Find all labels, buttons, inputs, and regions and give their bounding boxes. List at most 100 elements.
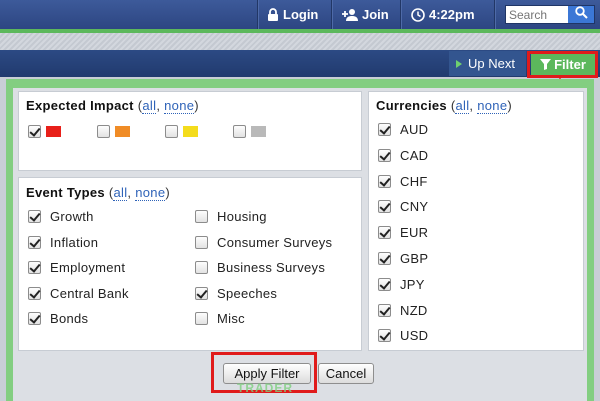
event-type-item[interactable]: Consumer Surveys	[195, 235, 332, 250]
event-type-label: Bonds	[50, 311, 89, 326]
currency-item[interactable]: NZD	[378, 303, 428, 318]
impact-folder-icon	[115, 126, 130, 137]
login-label: Login	[283, 7, 319, 22]
currency-checkbox[interactable]	[378, 329, 391, 343]
event-type-item[interactable]: Inflation	[28, 235, 98, 250]
event-type-label: Employment	[50, 260, 126, 275]
currency-label: NZD	[400, 302, 428, 318]
impact-level-option[interactable]	[233, 125, 266, 138]
currency-checkbox[interactable]	[378, 226, 391, 240]
event-type-checkbox[interactable]	[195, 261, 208, 274]
currency-item[interactable]: JPY	[378, 277, 425, 292]
currency-item[interactable]: EUR	[378, 225, 428, 240]
event-types-none-link[interactable]: none	[135, 185, 166, 201]
time-label: 4:22pm	[429, 7, 475, 22]
cancel-button[interactable]: Cancel	[318, 363, 374, 384]
event-type-label: Housing	[217, 209, 267, 224]
event-type-checkbox[interactable]	[195, 312, 208, 325]
impact-folder-icon	[183, 126, 198, 137]
event-type-label: Inflation	[50, 234, 99, 250]
event-type-label: Growth	[50, 209, 94, 224]
event-type-item[interactable]: Speeches	[195, 286, 277, 301]
impact-heading: Expected Impact (all, none)	[26, 98, 199, 114]
up-next-button[interactable]: Up Next	[449, 51, 526, 76]
currency-label: JPY	[400, 276, 425, 292]
impact-title: Expected Impact	[26, 98, 134, 113]
impact-level-checkbox[interactable]	[233, 125, 246, 138]
currency-checkbox[interactable]	[378, 174, 391, 188]
impact-all-link[interactable]: all	[142, 98, 157, 114]
currencies-none-link[interactable]: none	[477, 98, 508, 114]
impact-level-option[interactable]	[28, 125, 61, 138]
impact-folder-icon	[251, 126, 266, 137]
impact-level-option[interactable]	[165, 125, 198, 138]
currency-item[interactable]: USD	[378, 328, 428, 343]
currency-label: EUR	[400, 225, 429, 241]
event-type-checkbox[interactable]	[195, 286, 208, 300]
impact-none-link[interactable]: none	[164, 98, 195, 114]
currency-label: AUD	[400, 122, 429, 137]
currencies-all-link[interactable]: all	[455, 98, 470, 114]
event-type-item[interactable]: Bonds	[28, 311, 88, 326]
search-icon	[574, 5, 588, 24]
impact-level-option[interactable]	[97, 125, 130, 138]
lock-icon	[267, 8, 279, 21]
currencies-heading: Currencies (all, none)	[376, 98, 512, 114]
add-user-icon	[342, 8, 358, 21]
join-label: Join	[362, 7, 389, 22]
currency-checkbox[interactable]	[378, 200, 391, 214]
currency-checkbox[interactable]	[378, 123, 391, 136]
impact-level-checkbox[interactable]	[97, 125, 110, 138]
impact-folder-icon	[46, 126, 61, 137]
currency-label: USD	[400, 328, 429, 344]
event-type-checkbox[interactable]	[195, 210, 208, 223]
event-type-item[interactable]: Housing	[195, 209, 267, 224]
time-display[interactable]: 4:22pm	[411, 0, 475, 29]
impact-level-checkbox[interactable]	[165, 125, 178, 138]
currency-item[interactable]: AUD	[378, 122, 428, 137]
currency-item[interactable]: GBP	[378, 251, 428, 266]
pattern-band	[0, 33, 600, 50]
event-types-heading: Event Types (all, none)	[26, 185, 170, 201]
event-type-label: Central Bank	[50, 285, 129, 301]
currency-checkbox[interactable]	[378, 303, 391, 317]
currency-item[interactable]: CNY	[378, 199, 428, 214]
search-box	[505, 5, 595, 24]
login-link[interactable]: Login	[267, 0, 318, 29]
search-input[interactable]	[506, 6, 568, 23]
watermark-text: TRADER	[237, 381, 293, 395]
event-types-title: Event Types	[26, 185, 105, 200]
funnel-icon	[540, 58, 552, 70]
event-type-label: Business Surveys	[217, 260, 326, 275]
filter-button[interactable]: Filter	[531, 53, 595, 75]
event-type-checkbox[interactable]	[28, 210, 41, 223]
currency-item[interactable]: CAD	[378, 148, 428, 163]
event-type-checkbox[interactable]	[195, 235, 208, 249]
currency-label: CNY	[400, 199, 429, 215]
event-type-item[interactable]: Business Surveys	[195, 260, 325, 275]
currency-item[interactable]: CHF	[378, 174, 428, 189]
nav-divider	[331, 0, 332, 29]
currency-label: CHF	[400, 173, 428, 189]
event-type-item[interactable]: Misc	[195, 311, 245, 326]
event-type-label: Misc	[217, 311, 245, 326]
currency-checkbox[interactable]	[378, 277, 391, 291]
impact-level-checkbox[interactable]	[28, 125, 41, 138]
currency-label: GBP	[400, 251, 429, 266]
currencies-title: Currencies	[376, 98, 447, 113]
event-type-checkbox[interactable]	[28, 261, 41, 274]
search-button[interactable]	[568, 5, 594, 24]
currency-checkbox[interactable]	[378, 252, 391, 265]
event-type-item[interactable]: Employment	[28, 260, 125, 275]
event-type-checkbox[interactable]	[28, 312, 41, 325]
nav-divider	[257, 0, 258, 29]
event-type-label: Consumer Surveys	[217, 234, 333, 250]
nav-divider	[494, 0, 495, 29]
event-type-checkbox[interactable]	[28, 286, 41, 300]
event-type-item[interactable]: Growth	[28, 209, 94, 224]
event-types-all-link[interactable]: all	[113, 185, 128, 201]
event-type-item[interactable]: Central Bank	[28, 286, 129, 301]
join-link[interactable]: Join	[342, 0, 389, 29]
currency-checkbox[interactable]	[378, 148, 391, 162]
event-type-checkbox[interactable]	[28, 235, 41, 249]
